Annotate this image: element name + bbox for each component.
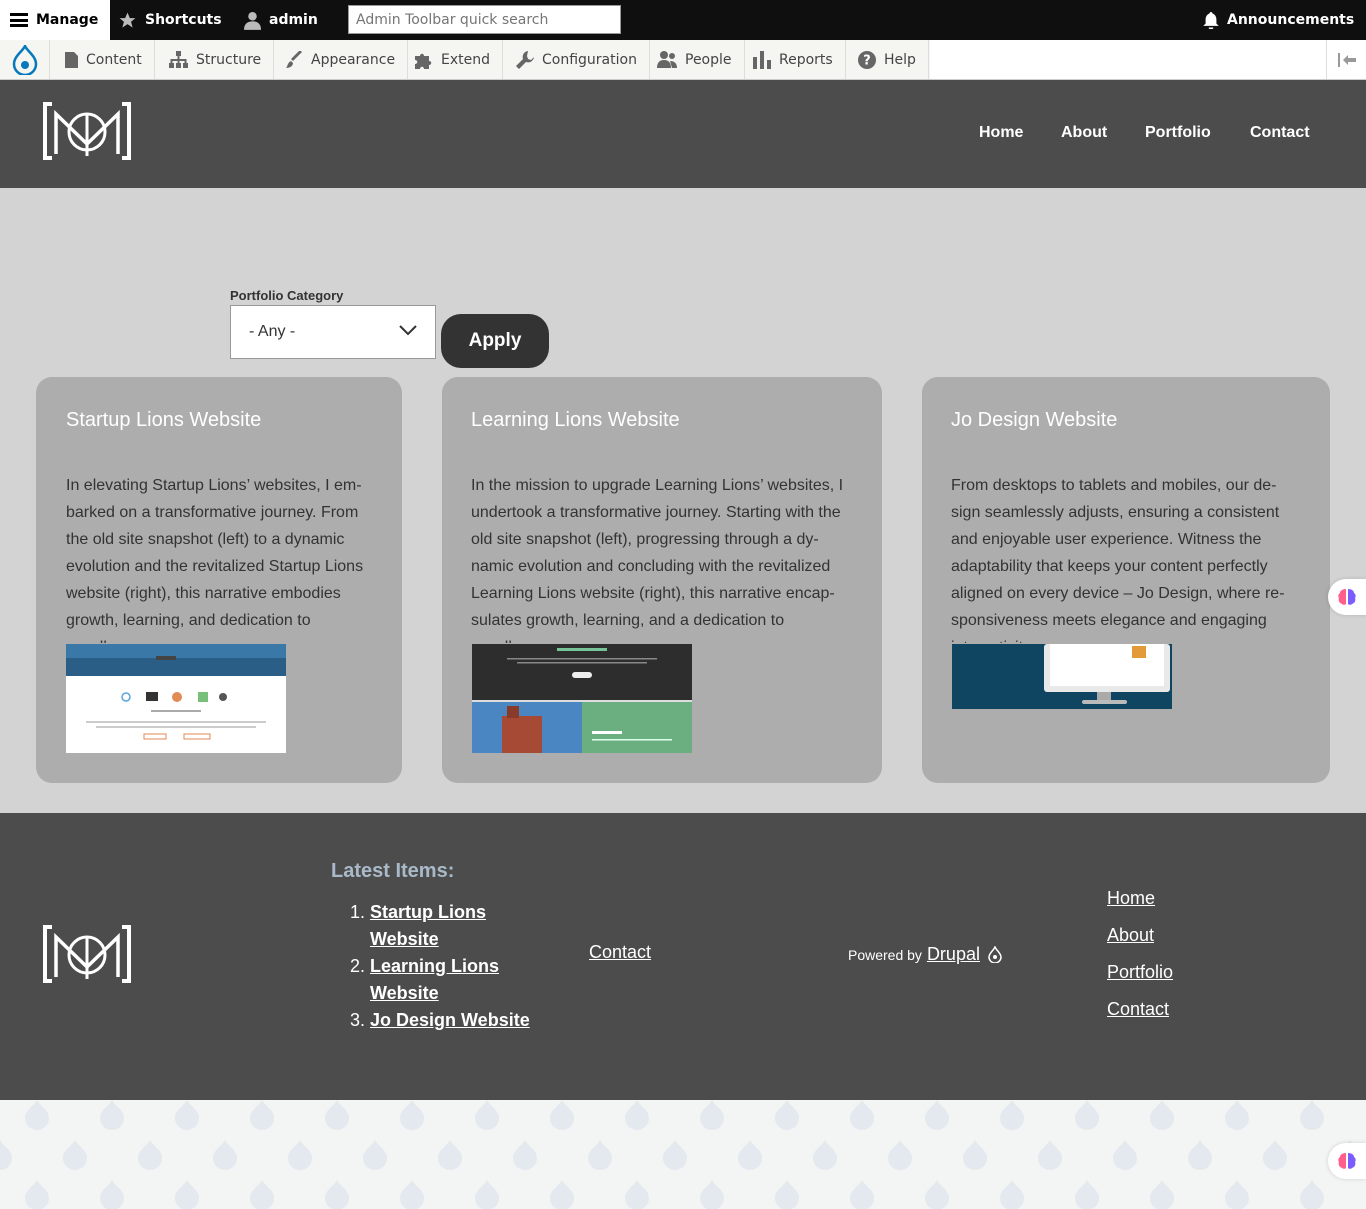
jo-design-screenshot: [952, 644, 1172, 709]
list-item: Learning Lions Website: [370, 953, 548, 1007]
toolbar-nav-appearance[interactable]: Appearance: [273, 40, 409, 79]
chevron-down-icon: [399, 325, 417, 336]
toolbar-nav-label: Content: [86, 51, 142, 68]
latest-items-list: Startup Lions Website Learning Lions Web…: [348, 899, 548, 1034]
brain-extension-button[interactable]: [1328, 1143, 1366, 1179]
brain-icon: [1338, 1153, 1356, 1169]
announcements-toggle[interactable]: Announcements: [1203, 0, 1354, 40]
main-content: Portfolio Category - Any - Apply Startup…: [0, 188, 1366, 813]
footer-nav-portfolio-link[interactable]: Portfolio: [1107, 962, 1173, 983]
portfolio-card: Startup Lions Website In elevating Start…: [36, 377, 402, 783]
toolbar-nav-label: People: [685, 51, 732, 68]
drupal-drop-icon: [988, 946, 1002, 963]
admin-quick-search-input[interactable]: [348, 5, 621, 34]
collapse-icon: [1337, 52, 1356, 67]
brain-extension-button[interactable]: [1328, 579, 1366, 615]
toolbar-nav-label: Help: [884, 51, 916, 68]
document-icon: [65, 51, 78, 68]
list-item: Startup Lions Website: [370, 899, 548, 953]
latest-items-heading: Latest Items:: [331, 860, 455, 882]
admin-toolbar: Manage Shortcuts admin Announcements: [0, 0, 1366, 40]
learning-lions-screenshot: [472, 644, 692, 753]
site-logo[interactable]: [42, 102, 132, 160]
portfolio-category-label: Portfolio Category: [230, 288, 344, 303]
nav-contact-link[interactable]: Contact: [1250, 124, 1310, 142]
site-footer: Latest Items: Startup Lions Website Lear…: [0, 813, 1366, 1100]
announcements-label: Announcements: [1227, 12, 1355, 28]
list-item: Jo Design Website: [370, 1007, 548, 1034]
user-toggle[interactable]: admin: [244, 0, 318, 40]
latest-item-link[interactable]: Jo Design Website: [370, 1010, 530, 1030]
toolbar-nav-extend[interactable]: Extend: [403, 40, 503, 79]
toolbar-nav-label: Reports: [779, 51, 833, 68]
toolbar-nav-configuration[interactable]: Configuration: [504, 40, 650, 79]
card-title-link[interactable]: Learning Lions Website: [471, 409, 680, 432]
bar-chart-icon: [753, 50, 771, 69]
powered-by-drupal: Powered by Drupal: [848, 944, 1002, 965]
card-body: In the mission to upgrade Learning Lions…: [471, 477, 844, 643]
drupal-drop-pattern: [0, 1100, 1366, 1209]
bell-icon: [1203, 11, 1219, 29]
latest-item-link[interactable]: Learning Lions Website: [370, 956, 499, 1003]
drupal-home-link[interactable]: [0, 40, 50, 79]
toolbar-nav-people[interactable]: People: [645, 40, 745, 79]
powered-by-label: Powered by: [848, 946, 922, 963]
card-body: In elevating Startup Lions’ websites, I …: [66, 477, 364, 643]
footer-contact-link[interactable]: Contact: [589, 942, 651, 963]
user-label: admin: [269, 12, 318, 28]
select-value: - Any -: [249, 323, 296, 340]
nav-portfolio-link[interactable]: Portfolio: [1145, 124, 1211, 142]
people-icon: [657, 51, 677, 68]
footer-nav-home-link[interactable]: Home: [1107, 888, 1155, 909]
card-thumbnail[interactable]: [952, 644, 1172, 709]
nav-home-link[interactable]: Home: [979, 124, 1023, 142]
card-title-link[interactable]: Jo Design Website: [951, 409, 1117, 432]
paintbrush-icon: [286, 50, 302, 68]
brain-icon: [1338, 589, 1356, 605]
toolbar-nav-label: Structure: [196, 51, 262, 68]
startup-lions-screenshot: [66, 644, 286, 753]
help-icon: ?: [858, 50, 876, 69]
hamburger-icon: [10, 13, 28, 27]
site-header: Home About Portfolio Contact: [0, 80, 1366, 188]
shortcuts-toggle[interactable]: Shortcuts: [118, 0, 222, 40]
star-icon: [119, 12, 136, 28]
nav-about-link[interactable]: About: [1061, 124, 1107, 142]
svg-text:?: ?: [863, 53, 871, 68]
portfolio-category-select[interactable]: - Any -: [230, 305, 436, 359]
manage-label: Manage: [36, 12, 99, 28]
sitemap-icon: [169, 51, 188, 68]
toolbar-nav-reports[interactable]: Reports: [741, 40, 846, 79]
shortcuts-label: Shortcuts: [145, 12, 222, 28]
card-thumbnail[interactable]: [472, 644, 692, 753]
footer-nav-about-link[interactable]: About: [1107, 925, 1154, 946]
toolbar-nav-label: Appearance: [311, 51, 396, 68]
toolbar-nav-label: Extend: [441, 51, 490, 68]
toolbar-nav-label: Configuration: [542, 51, 637, 68]
toolbar-nav-content[interactable]: Content: [53, 40, 155, 79]
wrench-icon: [516, 50, 534, 69]
card-thumbnail[interactable]: [66, 644, 286, 753]
footer-logo[interactable]: [42, 925, 132, 983]
card-title-link[interactable]: Startup Lions Website: [66, 409, 261, 432]
toolbar-nav-help[interactable]: ? Help: [846, 40, 929, 79]
footer-nav-contact-link[interactable]: Contact: [1107, 999, 1169, 1020]
card-body: From desktops to tablets and mobiles, ou…: [951, 477, 1285, 643]
drop-pattern-graphic: [0, 1100, 1366, 1209]
toolbar-nav-structure[interactable]: Structure: [157, 40, 275, 79]
latest-item-link[interactable]: Startup Lions Website: [370, 902, 486, 949]
admin-toolbar-tray: Content Structure Appearance Extend Conf…: [0, 40, 1366, 80]
drupal-link[interactable]: Drupal: [927, 944, 980, 965]
portfolio-card: Jo Design Website From desktops to table…: [922, 377, 1330, 783]
apply-button[interactable]: Apply: [441, 314, 549, 368]
manage-toggle[interactable]: Manage: [0, 0, 110, 40]
drupal-drop-icon: [12, 44, 37, 75]
user-icon: [244, 11, 261, 30]
puzzle-icon: [415, 53, 432, 69]
portfolio-card: Learning Lions Website In the mission to…: [442, 377, 882, 783]
toolbar-orientation-toggle[interactable]: [1326, 40, 1366, 79]
